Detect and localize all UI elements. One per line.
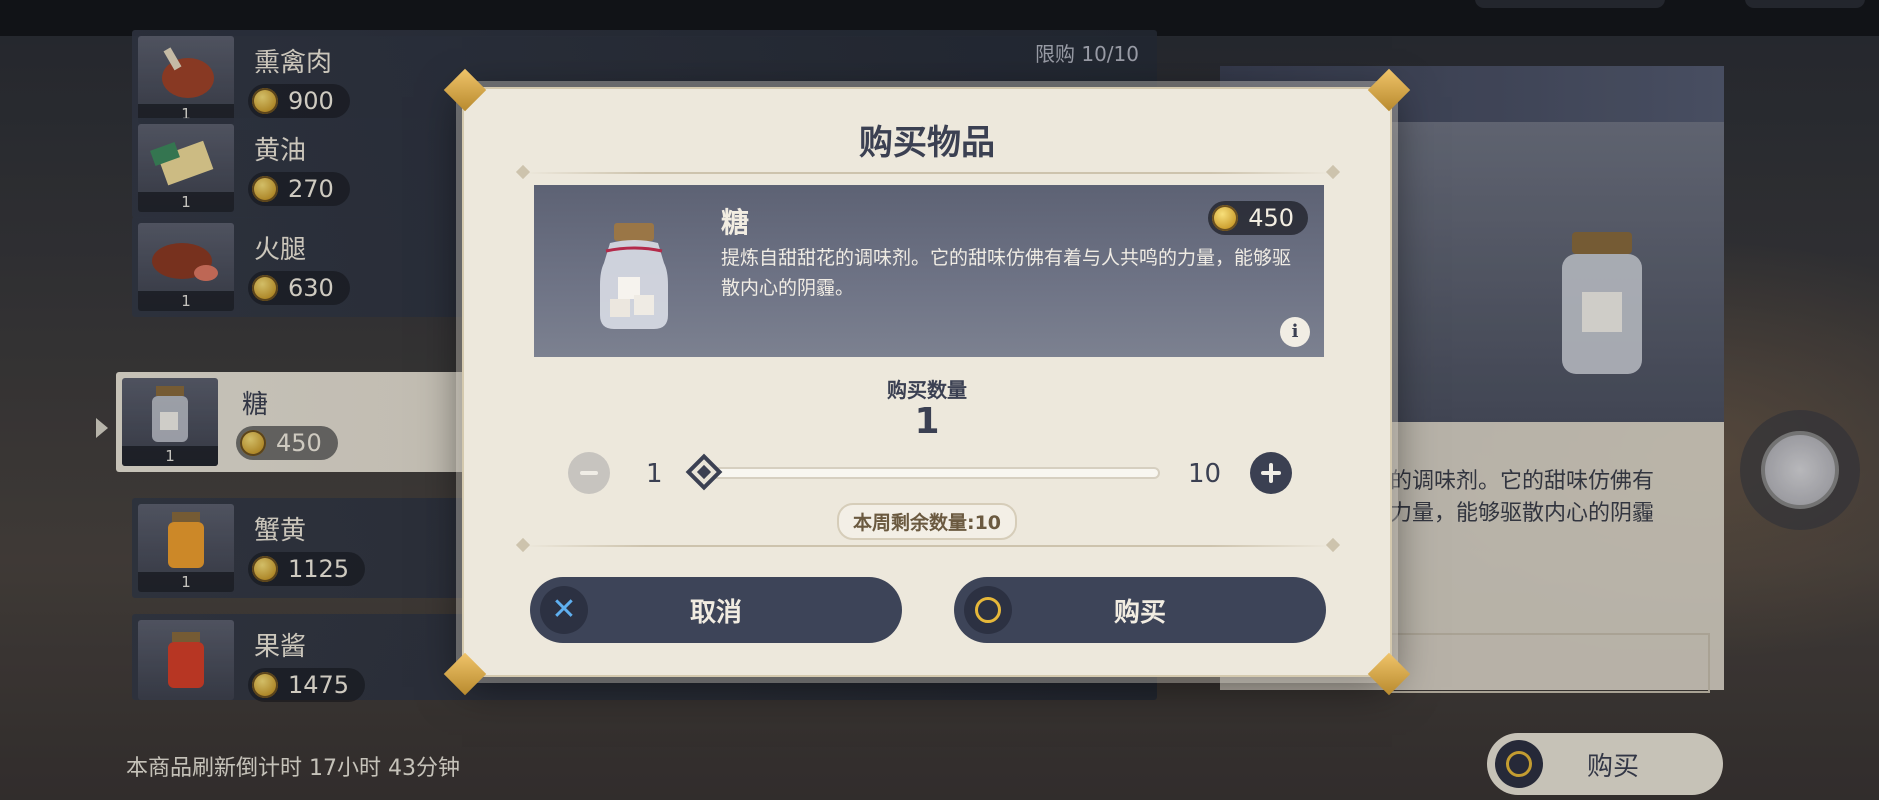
cancel-button[interactable]: ✕ 取消	[530, 577, 902, 643]
divider	[524, 172, 1332, 174]
quantity-label: 购买数量	[887, 378, 967, 402]
item-description: 提炼自甜甜花的调味剂。它的甜味仿佛有着与人共鸣的力量，能够驱散内心的阴霾。	[721, 247, 1292, 299]
weekly-remaining-badge: 本周剩余数量:10	[464, 503, 1390, 540]
sugar-jar-icon	[600, 223, 668, 329]
coin-icon	[1212, 205, 1239, 231]
minus-button[interactable]	[568, 452, 610, 494]
confirm-label: 购买	[1113, 597, 1166, 628]
x-icon: ✕	[540, 586, 588, 634]
quantity-slider[interactable]	[694, 467, 1160, 479]
slider-thumb[interactable]	[685, 453, 723, 491]
minus-icon	[580, 471, 598, 475]
item-price: 450	[1208, 201, 1308, 235]
item-name: 糖	[721, 206, 750, 239]
divider	[524, 545, 1332, 547]
quantity-value: 1	[914, 401, 940, 442]
purchase-dialog: 购买物品 糖 450 提炼自甜甜花的调味剂。它的甜味仿佛有着与人共鸣的力量，能够…	[443, 68, 1411, 696]
circle-icon	[964, 586, 1012, 634]
item-card: 糖 450 提炼自甜甜花的调味剂。它的甜味仿佛有着与人共鸣的力量，能够驱散内心的…	[534, 185, 1324, 357]
slider-min: 1	[646, 459, 663, 489]
confirm-purchase-button[interactable]: 购买	[954, 577, 1326, 643]
slider-max: 10	[1188, 459, 1222, 489]
plus-button[interactable]	[1250, 452, 1292, 494]
dialog-title: 购买物品	[859, 123, 995, 163]
info-icon[interactable]: i	[1280, 317, 1310, 347]
cancel-label: 取消	[689, 597, 742, 628]
